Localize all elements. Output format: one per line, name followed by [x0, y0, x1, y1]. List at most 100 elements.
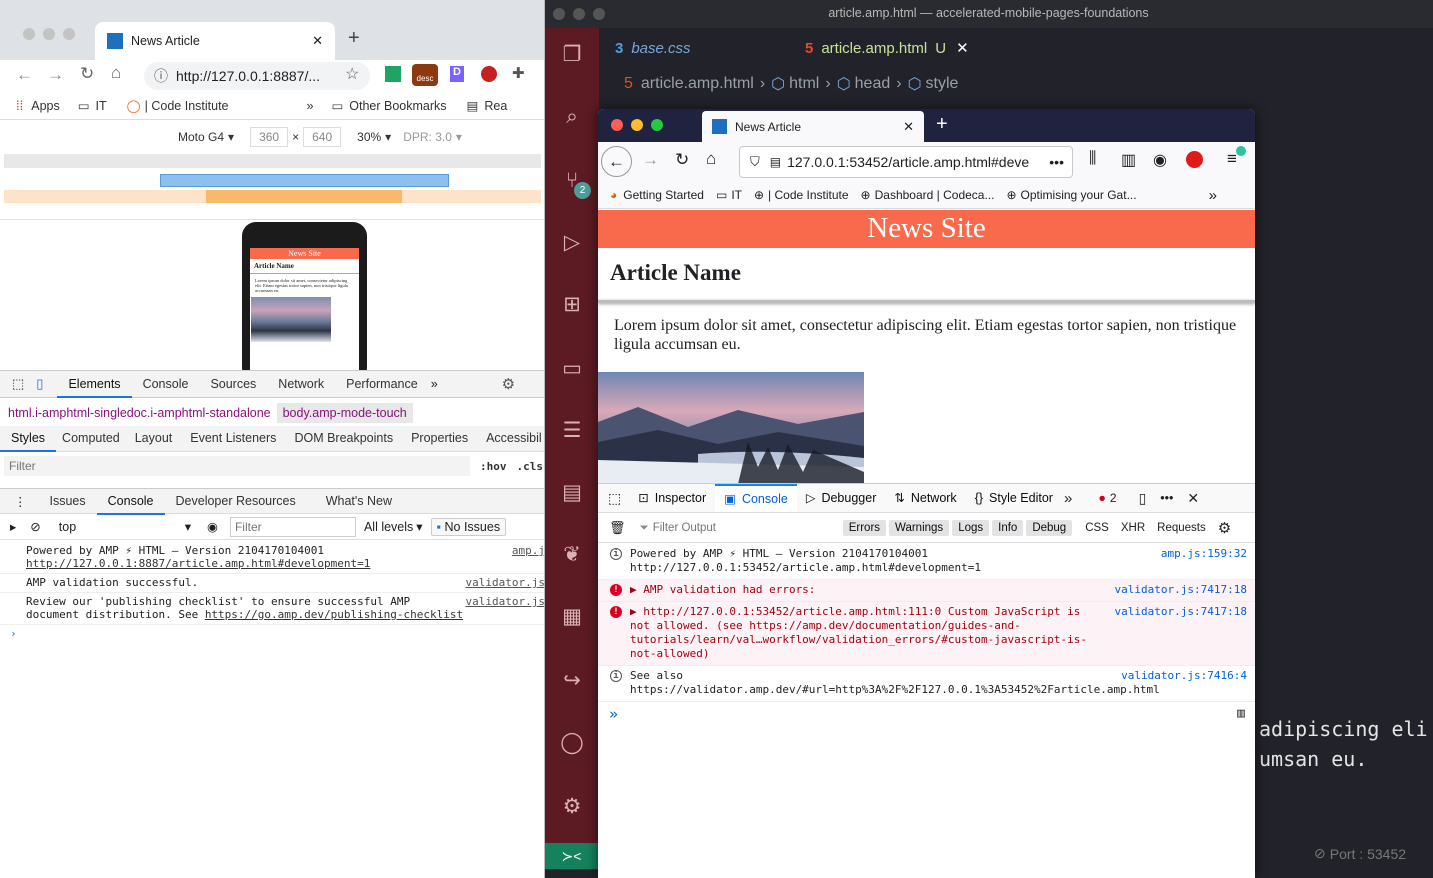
account-icon[interactable]: ◉ [1153, 150, 1167, 170]
tab-console[interactable]: Console [132, 371, 200, 398]
tab-network[interactable]: ⇅ Network [885, 484, 965, 512]
mongodb-leaf-icon[interactable]: ❦ [557, 540, 587, 570]
filter-css[interactable]: CSS [1085, 522, 1109, 534]
filter-xhr[interactable]: XHR [1121, 522, 1145, 534]
device-select[interactable]: Moto G4 [178, 130, 224, 144]
forward-icon[interactable]: → [642, 150, 659, 170]
tab-elements[interactable]: Elements [57, 371, 132, 398]
eye-icon[interactable]: ◉ [207, 519, 218, 534]
extension-green-icon[interactable] [385, 66, 401, 82]
bookmark-code-institute[interactable]: | Code Institute [768, 188, 849, 202]
back-icon[interactable]: ← [16, 65, 33, 85]
close-tab-icon[interactable]: ✕ [312, 33, 323, 49]
error-count[interactable]: 2 [1110, 491, 1117, 505]
bookmark-getting-started[interactable]: Getting Started [623, 188, 704, 202]
log-source[interactable]: validator.js [466, 595, 544, 608]
drawer-menu-icon[interactable]: ⋮ [14, 494, 27, 509]
tab-whats-new[interactable]: What's New [315, 488, 403, 515]
hov-toggle[interactable]: :hov [480, 460, 507, 473]
tab-news-article[interactable]: News Article ✕ [95, 22, 335, 60]
log-source[interactable]: validator.js:7417:18 [1115, 583, 1247, 597]
forward-icon[interactable]: → [47, 65, 64, 85]
log-entry-error[interactable]: ! ▶ http://127.0.0.1:53452/article.amp.h… [598, 602, 1255, 666]
phone-screen[interactable]: News Site Article Name Lorem ipsum dolor… [250, 248, 359, 372]
cls-toggle[interactable]: .cls [517, 460, 544, 473]
explorer-icon[interactable]: ❐ [557, 40, 587, 70]
back-icon[interactable]: ← [601, 146, 632, 177]
split-console-icon[interactable]: ▥ [1237, 707, 1245, 721]
tab-developer-resources[interactable]: Developer Resources [165, 488, 307, 515]
max-width-bar[interactable] [160, 174, 449, 187]
log-source[interactable]: validator.js [466, 576, 544, 589]
live-share-icon[interactable]: ↪ [557, 666, 587, 696]
reload-icon[interactable]: ↻ [675, 150, 689, 170]
bookmark-reading[interactable]: Rea [484, 99, 507, 113]
preview-icon[interactable]: ☰ [557, 416, 587, 446]
filter-debug[interactable]: Debug [1026, 520, 1073, 536]
dock-icon[interactable]: ▯ [1139, 490, 1147, 507]
filter-logs[interactable]: Logs [952, 520, 990, 536]
tab-styles[interactable]: Styles [0, 425, 57, 452]
levels-select[interactable]: All levels [364, 520, 413, 534]
inspect-element-icon[interactable]: ⬚ [12, 376, 24, 392]
clear-console-icon[interactable]: ⊘ [30, 519, 40, 534]
more-tabs-icon[interactable]: » [1064, 490, 1072, 507]
tab-article-html[interactable]: 5 article.amp.html U ✕ [805, 28, 969, 68]
extension-desc-icon[interactable]: desc [412, 64, 438, 86]
log-entry-error[interactable]: ! ▶ AMP validation had errors: validator… [598, 580, 1255, 602]
new-tab-icon[interactable]: + [936, 113, 948, 136]
library-icon[interactable]: ⫼ [1089, 150, 1096, 168]
width-input[interactable]: 360 [250, 127, 289, 147]
bookmark-code-institute[interactable]: | Code Institute [145, 99, 229, 113]
issues-button[interactable]: ▪ No Issues [430, 517, 507, 536]
remote-indicator-icon[interactable]: ≻< [544, 843, 599, 869]
run-debug-icon[interactable]: ▷ [557, 228, 587, 258]
folder-icon[interactable]: ▤ [557, 478, 587, 508]
filter-info[interactable]: Info [992, 520, 1024, 536]
log-source[interactable]: validator.js:7416:4 [1121, 669, 1247, 683]
search-icon[interactable]: ⌕ [557, 102, 587, 132]
breadcrumb-item[interactable]: style [926, 75, 959, 93]
extensions-icon[interactable]: ⊞ [557, 290, 587, 320]
address-bar[interactable]: ⓘ http://127.0.0.1:8887/... [144, 62, 370, 90]
tab-sources[interactable]: Sources [199, 371, 267, 398]
console-input-row[interactable]: » ▥ [598, 702, 1255, 726]
sidebar-icon[interactable]: ▥ [1121, 150, 1136, 170]
tab-debugger[interactable]: ▷ Debugger [797, 484, 886, 512]
context-select[interactable]: top [59, 520, 189, 534]
tab-inspector[interactable]: ⊡ Inspector [629, 484, 715, 512]
tab-network[interactable]: Network [267, 371, 335, 398]
minimize-dot[interactable] [631, 119, 643, 131]
dpr-select[interactable]: DPR: 3.0 [403, 130, 452, 144]
tab-style-editor[interactable]: {} Style Editor [966, 484, 1062, 512]
tab-event-listeners[interactable]: Event Listeners [181, 425, 285, 452]
breakpoint-bar[interactable] [4, 154, 541, 168]
extension-seo-icon[interactable] [481, 66, 497, 82]
account-icon[interactable]: ◯ [557, 728, 587, 758]
chevron-double-right-icon[interactable]: » [1209, 187, 1217, 204]
device-toolbar-icon[interactable]: ▯ [36, 376, 43, 392]
settings-gear-icon[interactable]: ⚙ [557, 792, 587, 822]
breadcrumb-item[interactable]: html [789, 75, 819, 93]
bookmark-apps[interactable]: Apps [31, 99, 60, 113]
docker-icon[interactable]: ▦ [557, 602, 587, 632]
settings-gear-icon[interactable]: ⚙ [502, 375, 515, 393]
new-tab-icon[interactable]: + [348, 27, 360, 50]
close-tab-icon[interactable]: ✕ [903, 119, 914, 135]
more-options-icon[interactable]: ••• [1160, 491, 1173, 505]
bookmark-optimising[interactable]: Optimising your Gat... [1021, 188, 1137, 202]
breadcrumb-item[interactable]: article.amp.html [641, 75, 754, 93]
tab-layout[interactable]: Layout [126, 425, 182, 452]
close-dot[interactable] [611, 119, 623, 131]
home-icon[interactable]: ⌂ [706, 149, 716, 169]
remote-explorer-icon[interactable]: ▭ [557, 354, 587, 384]
home-icon[interactable]: ⌂ [111, 63, 121, 83]
console-settings-gear-icon[interactable]: ⚙ [1218, 519, 1231, 537]
close-dot[interactable] [23, 28, 35, 40]
extension-d-icon[interactable]: D [450, 66, 464, 82]
tab-dom-breakpoints[interactable]: DOM Breakpoints [285, 425, 402, 452]
port-status[interactable]: ⊘ Port : 53452 [1314, 845, 1406, 862]
code-area[interactable]: adipiscing eli umsan eu. [1259, 714, 1428, 774]
bookmark-it[interactable]: IT [731, 188, 742, 202]
tab-computed[interactable]: Computed [56, 425, 126, 452]
